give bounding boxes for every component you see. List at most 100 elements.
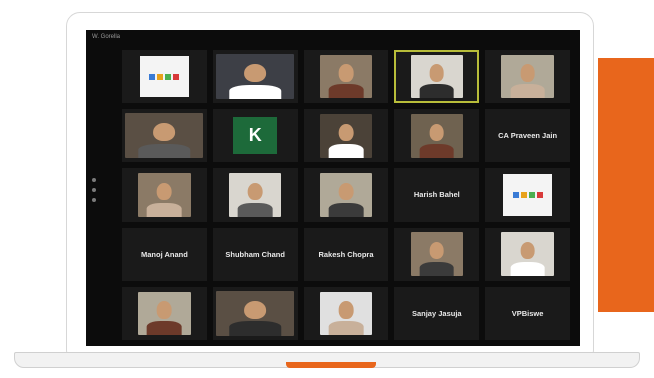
logo-swatch xyxy=(173,73,180,80)
person-body xyxy=(328,84,364,99)
person-silhouette xyxy=(125,113,203,159)
participant-video xyxy=(501,54,554,99)
logo-swatch xyxy=(512,191,519,198)
participant-tile[interactable] xyxy=(303,109,389,163)
participant-video xyxy=(138,291,191,336)
logo-card xyxy=(139,55,189,98)
person-head xyxy=(153,123,176,142)
participant-tile[interactable] xyxy=(122,50,207,104)
person-head xyxy=(338,182,354,201)
person-head xyxy=(338,301,354,319)
participant-tile[interactable]: Shubham Chand xyxy=(212,227,298,281)
logo-card xyxy=(503,174,553,216)
person-body xyxy=(419,143,455,158)
participant-video xyxy=(228,173,282,217)
participant-video xyxy=(410,232,464,276)
participant-video xyxy=(501,232,554,276)
participant-video xyxy=(319,173,373,217)
participant-name: Rakesh Chopra xyxy=(318,249,374,259)
participant-tile[interactable]: K xyxy=(212,109,298,163)
participant-tile[interactable]: Sanjay Jasuja xyxy=(394,286,480,340)
participant-tile[interactable]: CA Praveen Jain xyxy=(485,109,570,163)
person-body xyxy=(419,262,455,276)
participant-tile[interactable] xyxy=(485,50,570,104)
person-head xyxy=(429,64,445,82)
meeting-screen: W. Gorella K CA Praveen Jain Harish Bahel M… xyxy=(86,30,580,346)
participant-tile[interactable] xyxy=(303,168,389,222)
participant-tile[interactable] xyxy=(212,50,298,104)
person-head xyxy=(157,182,172,201)
participant-name: Manoj Anand xyxy=(140,249,188,259)
participant-tile[interactable]: VPBiswe xyxy=(485,286,570,340)
person-silhouette xyxy=(229,173,282,217)
participant-tile[interactable]: Manoj Anand xyxy=(122,227,207,281)
participant-tile[interactable] xyxy=(485,227,570,281)
person-head xyxy=(520,241,535,260)
accent-panel xyxy=(598,58,654,312)
logo-icon xyxy=(149,73,180,80)
sidebar-dot-icon[interactable] xyxy=(92,198,96,202)
person-body xyxy=(328,143,364,158)
participant-video xyxy=(319,54,373,99)
person-silhouette xyxy=(320,55,373,99)
participant-tile[interactable] xyxy=(394,227,480,281)
meeting-title: W. Gorella xyxy=(92,34,121,40)
participant-name: CA Praveen Jain xyxy=(498,131,558,141)
person-silhouette xyxy=(411,55,464,99)
person-silhouette xyxy=(501,232,554,276)
person-body xyxy=(138,143,191,159)
participant-tile[interactable] xyxy=(212,168,298,222)
person-silhouette xyxy=(216,291,294,336)
sidebar-dot-icon[interactable] xyxy=(92,188,96,192)
person-head xyxy=(429,123,445,141)
participant-tile[interactable] xyxy=(122,286,207,340)
person-silhouette xyxy=(320,114,373,158)
participant-video xyxy=(410,54,464,99)
logo-swatch xyxy=(157,73,164,80)
person-body xyxy=(229,321,281,336)
person-head xyxy=(429,241,445,260)
person-head xyxy=(338,64,354,82)
person-silhouette xyxy=(138,173,191,217)
participant-name: Harish Bahel xyxy=(413,190,460,200)
person-silhouette xyxy=(501,55,554,99)
participant-tile[interactable] xyxy=(212,286,298,340)
logo-swatch xyxy=(536,191,543,198)
person-body xyxy=(510,84,545,99)
participant-tile[interactable] xyxy=(122,109,207,163)
hero-illustration: W. Gorella K CA Praveen Jain Harish Bahel M… xyxy=(0,0,654,378)
sidebar-dot-icon[interactable] xyxy=(92,178,96,182)
person-body xyxy=(510,262,545,276)
participant-tile[interactable] xyxy=(303,286,389,340)
logo-swatch xyxy=(149,73,156,80)
person-head xyxy=(157,301,172,319)
person-body xyxy=(237,202,273,217)
person-body xyxy=(328,202,364,217)
logo-swatch xyxy=(520,191,527,198)
person-head xyxy=(244,64,267,82)
participant-tile[interactable] xyxy=(122,168,207,222)
logo-icon xyxy=(512,191,543,198)
participant-tile[interactable]: Harish Bahel xyxy=(394,168,480,222)
person-silhouette xyxy=(411,232,464,276)
participant-tile[interactable] xyxy=(303,50,389,104)
person-silhouette xyxy=(320,173,373,217)
person-head xyxy=(338,123,354,141)
participant-video xyxy=(319,291,373,336)
participant-tile[interactable]: Rakesh Chopra xyxy=(303,227,389,281)
participant-name: Sanjay Jasuja xyxy=(411,308,462,318)
participant-video xyxy=(216,291,295,336)
person-head xyxy=(247,182,263,201)
logo-swatch xyxy=(528,191,535,198)
participant-name: Shubham Chand xyxy=(225,249,285,259)
person-body xyxy=(147,321,182,336)
person-body xyxy=(419,84,455,99)
participant-video xyxy=(138,173,191,217)
participant-tile[interactable] xyxy=(394,50,480,104)
participant-video xyxy=(410,113,464,158)
participant-tile[interactable] xyxy=(485,168,570,222)
laptop-notch xyxy=(286,362,376,368)
participant-video xyxy=(125,113,204,159)
participant-tile[interactable] xyxy=(394,109,480,163)
logo-swatch xyxy=(165,73,172,80)
